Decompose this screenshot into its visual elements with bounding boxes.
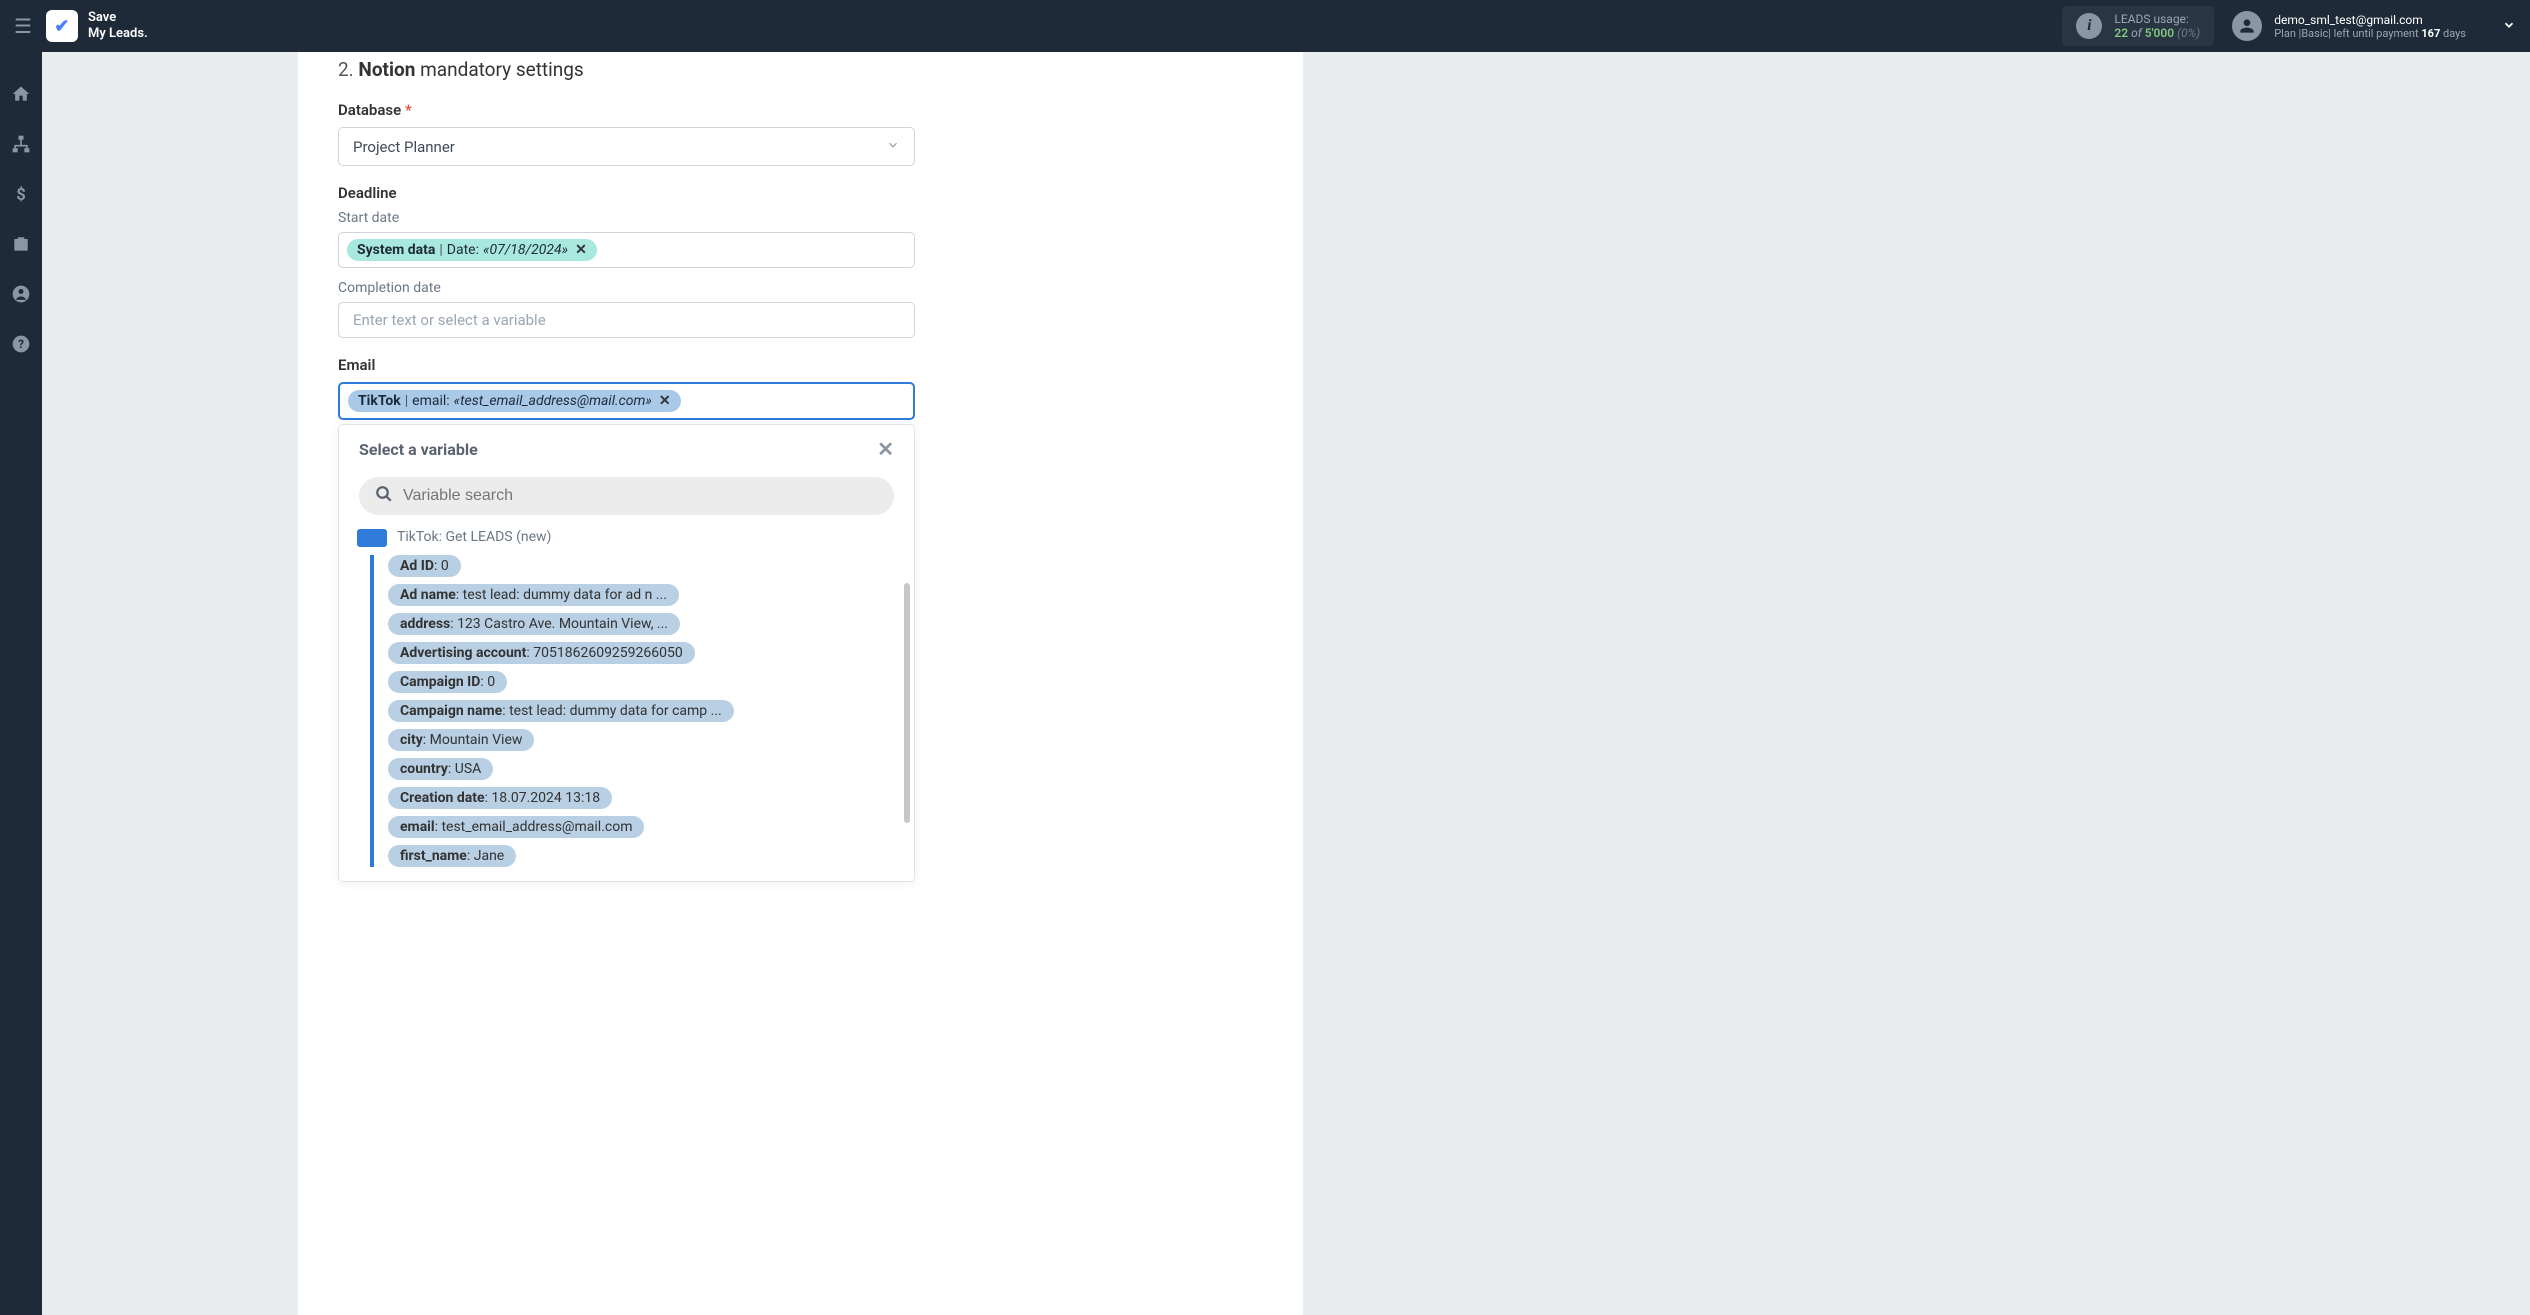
plan-days: 167 [2421, 27, 2440, 40]
variable-option[interactable]: Advertising account: 7051862609259266050 [388, 642, 695, 664]
database-value: Project Planner [353, 138, 455, 156]
info-icon: i [2076, 13, 2102, 39]
chevron-down-icon [886, 137, 900, 156]
plan-suffix: days [2443, 27, 2466, 40]
close-icon[interactable]: ✕ [877, 437, 894, 461]
variable-option[interactable]: Creation date: 18.07.2024 13:18 [388, 787, 612, 809]
usage-percent: (0%) [2177, 26, 2200, 40]
variable-dropdown: Select a variable ✕ TikTok: Get LEADS (n… [338, 424, 915, 882]
dropdown-title: Select a variable [359, 440, 478, 459]
avatar-icon [2232, 11, 2262, 41]
source-badge-icon [357, 529, 387, 547]
user-circle-icon[interactable] [9, 282, 33, 306]
variable-option[interactable]: country: USA [388, 758, 493, 780]
home-icon[interactable] [9, 82, 33, 106]
variable-search-input[interactable] [403, 487, 878, 505]
svg-text:$: $ [16, 186, 26, 204]
dollar-icon[interactable]: $ [9, 182, 33, 206]
plan-name: Basic [2301, 27, 2328, 40]
variable-source-header[interactable]: TikTok: Get LEADS (new) [357, 523, 896, 547]
variable-option[interactable]: Campaign ID: 0 [388, 671, 507, 693]
help-icon[interactable]: ? [9, 332, 33, 356]
usage-of-text: of [2131, 26, 2142, 40]
search-icon [375, 485, 393, 507]
user-email: demo_sml_test@gmail.com [2274, 13, 2466, 27]
usage-indicator[interactable]: i LEADS usage: 22 of 5'000 (0%) [2062, 6, 2214, 46]
database-group: Database * Project Planner [338, 101, 1263, 166]
variable-option[interactable]: Ad ID: 0 [388, 555, 461, 577]
app-logo-icon[interactable]: ✔ [46, 10, 78, 42]
variable-option[interactable]: Campaign name: test lead: dummy data for… [388, 700, 734, 722]
deadline-label: Deadline [338, 184, 1263, 202]
variable-list: Ad ID: 0 Ad name: test lead: dummy data f… [370, 555, 896, 867]
plan-prefix: Plan | [2274, 27, 2301, 40]
scrollbar[interactable] [904, 583, 910, 823]
user-menu[interactable]: demo_sml_test@gmail.com Plan |Basic| lef… [2232, 11, 2516, 41]
sitemap-icon[interactable] [9, 132, 33, 156]
email-token: TikTok | email: «test_email_address@mail… [348, 390, 681, 412]
variable-search[interactable] [359, 477, 894, 515]
settings-card: 2. Notion mandatory settings Database * … [298, 52, 1303, 1315]
email-label: Email [338, 356, 1263, 374]
variable-option[interactable]: Ad name: test lead: dummy data for ad n … [388, 584, 679, 606]
email-group: Email TikTok | email: «test_email_addres… [338, 356, 1263, 882]
variable-option[interactable]: email: test_email_address@mail.com [388, 816, 644, 838]
database-label: Database * [338, 101, 1263, 119]
usage-label: LEADS usage: [2114, 12, 2200, 26]
deadline-group: Deadline Start date System data | Date: … [338, 184, 1263, 338]
app-logo-text: Save My Leads. [88, 10, 148, 41]
start-date-label: Start date [338, 210, 1263, 226]
app-header: ☰ ✔ Save My Leads. i LEADS usage: 22 of … [0, 0, 2530, 52]
main-content: 2. Notion mandatory settings Database * … [42, 52, 2530, 1315]
chevron-down-icon[interactable] [2502, 17, 2516, 36]
database-select[interactable]: Project Planner [338, 127, 915, 166]
section-title: 2. Notion mandatory settings [338, 58, 1263, 81]
start-date-input[interactable]: System data | Date: «07/18/2024» ✕ [338, 232, 915, 268]
remove-token-icon[interactable]: ✕ [659, 393, 671, 409]
usage-current: 22 [2114, 26, 2128, 40]
briefcase-icon[interactable] [9, 232, 33, 256]
start-date-token: System data | Date: «07/18/2024» ✕ [347, 239, 597, 261]
completion-date-input[interactable]: Enter text or select a variable [338, 302, 915, 338]
plan-mid: | left until payment [2328, 27, 2418, 40]
email-input[interactable]: TikTok | email: «test_email_address@mail… [338, 382, 915, 420]
variable-option[interactable]: city: Mountain View [388, 729, 534, 751]
svg-text:?: ? [18, 337, 24, 351]
variable-option[interactable]: address: 123 Castro Ave. Mountain View, … [388, 613, 680, 635]
usage-max: 5'000 [2145, 26, 2174, 40]
source-name: TikTok: Get LEADS (new) [397, 529, 551, 545]
completion-placeholder: Enter text or select a variable [347, 311, 546, 329]
hamburger-menu-icon[interactable]: ☰ [14, 14, 32, 38]
variable-option[interactable]: first_name: Jane [388, 845, 516, 867]
sidebar: $ ? [0, 52, 42, 1315]
remove-token-icon[interactable]: ✕ [575, 242, 587, 258]
completion-date-label: Completion date [338, 280, 1263, 296]
